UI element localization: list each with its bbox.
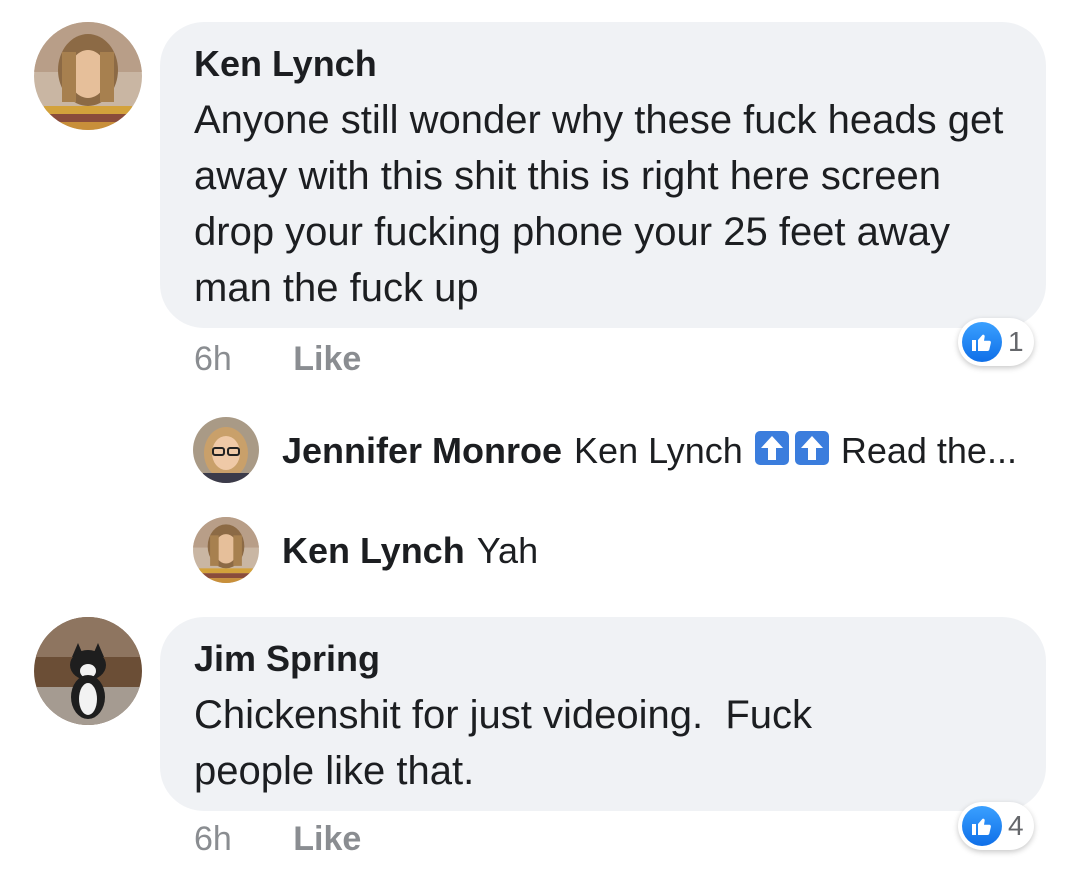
comment-timestamp[interactable]: 6h <box>194 340 232 378</box>
comment-text: Chickenshit for just videoing. Fuck peop… <box>194 693 824 793</box>
comment-actions: 6h Like <box>194 820 361 859</box>
reply-text: Yah <box>476 530 539 571</box>
comment-bubble: Jim Spring Chickenshit for just videoing… <box>160 617 1046 811</box>
ken-lynch-avatar[interactable] <box>193 517 259 583</box>
reaction-summary[interactable]: 4 <box>958 802 1034 850</box>
comment-text: Anyone still wonder why these fuck heads… <box>194 98 1004 310</box>
comment-timestamp[interactable]: 6h <box>194 820 232 858</box>
comment-actions: 6h Like <box>194 340 361 379</box>
comment-thread: Ken Lynch Anyone still wonder why these … <box>0 0 1080 880</box>
like-button[interactable]: Like <box>293 340 361 378</box>
up-arrow-icon <box>754 431 789 465</box>
jennifer-monroe-avatar[interactable] <box>193 417 259 483</box>
reply-preview[interactable]: Read the... <box>841 430 1017 472</box>
reply-mention[interactable]: Ken Lynch <box>574 430 743 472</box>
reply-author[interactable]: Jennifer Monroe <box>282 430 562 472</box>
ken-lynch-avatar[interactable] <box>34 22 142 130</box>
comment-author[interactable]: Ken Lynch <box>194 42 1012 86</box>
person-avatar-icon <box>193 417 259 483</box>
person-avatar-icon <box>193 517 259 583</box>
comment-bubble: Ken Lynch Anyone still wonder why these … <box>160 22 1046 328</box>
reaction-count: 4 <box>1008 810 1024 841</box>
reply-row: Ken Lynch Yah <box>282 528 538 574</box>
like-button[interactable]: Like <box>293 820 361 858</box>
reaction-count: 1 <box>1008 326 1024 357</box>
like-reaction-icon <box>962 322 1002 362</box>
cat-avatar-icon <box>34 617 142 725</box>
person-avatar-icon <box>34 22 142 130</box>
reaction-summary[interactable]: 1 <box>958 318 1034 366</box>
reply-author[interactable]: Ken Lynch <box>282 530 465 572</box>
jim-spring-avatar[interactable] <box>34 617 142 725</box>
like-reaction-icon <box>962 806 1002 846</box>
comment-author[interactable]: Jim Spring <box>194 637 1012 681</box>
reply-row: Jennifer Monroe Ken Lynch Read the... <box>282 428 1017 474</box>
up-arrow-icon <box>794 431 829 465</box>
